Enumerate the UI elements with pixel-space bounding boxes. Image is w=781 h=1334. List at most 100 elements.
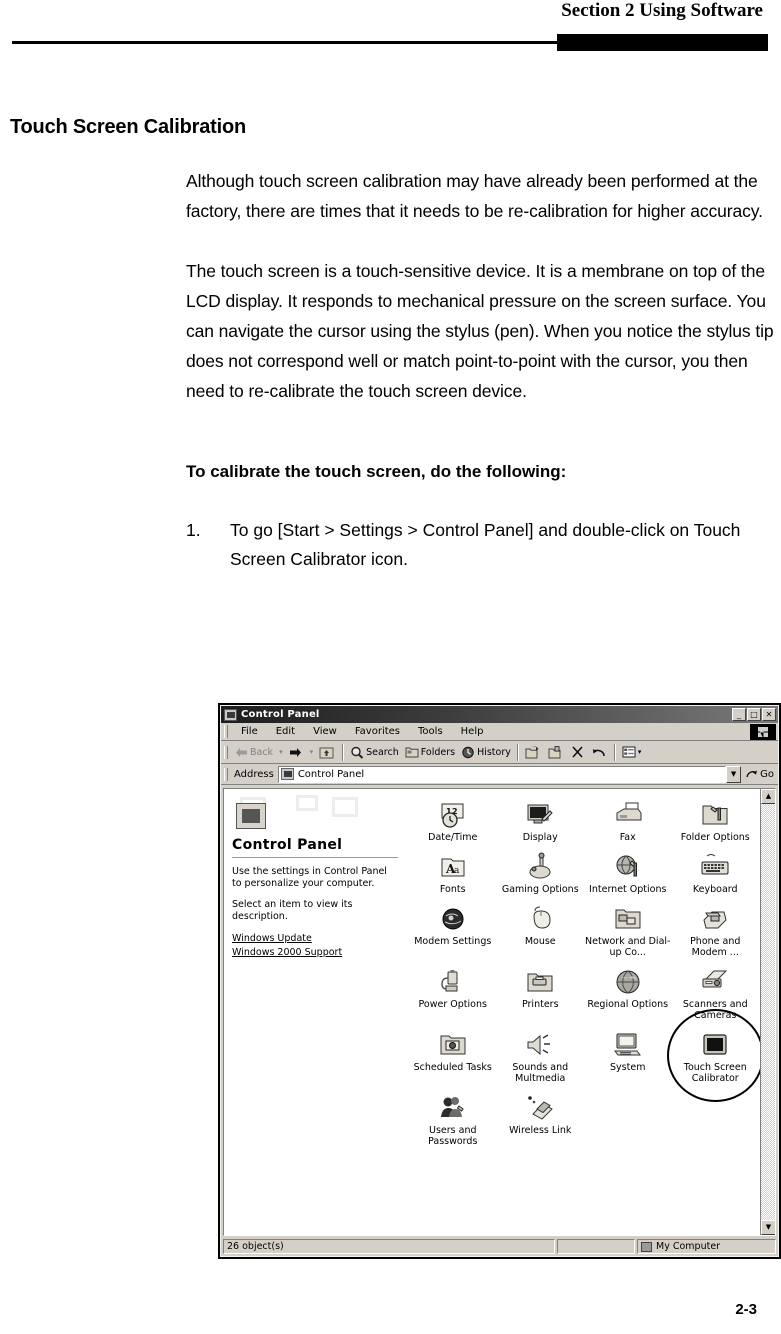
cp-item-label: Keyboard	[692, 884, 738, 895]
step-number: 1.	[186, 520, 201, 540]
minimize-button[interactable]: _	[732, 708, 746, 721]
info-pane-description-1: Use the settings in Control Panel to per…	[232, 866, 387, 889]
toolbar-delete-button[interactable]	[568, 742, 589, 763]
toolbar-forward-dropdown[interactable]: ▾	[307, 742, 317, 763]
windows-2000-support-link[interactable]: Windows 2000 Support	[232, 946, 398, 960]
cp-item-internet-options[interactable]: Internet Options	[584, 847, 672, 895]
scroll-down-button[interactable]: ▼	[761, 1220, 775, 1235]
go-button[interactable]: Go	[741, 769, 778, 780]
cp-item-modem-settings[interactable]: Modem Settings	[409, 899, 497, 958]
cp-item-touch-screen-calibrator[interactable]: Touch Screen Calibrator	[667, 1008, 765, 1102]
control-panel-items-pane: 1 2 Date/Time Display Fax Folder Options…	[407, 789, 775, 1235]
menu-item-view[interactable]: View	[304, 726, 346, 737]
toolbar-search-label: Search	[366, 746, 399, 758]
window-title: Control Panel	[241, 709, 320, 720]
cp-item-label: Printers	[521, 999, 559, 1010]
printers-icon	[497, 965, 585, 999]
menu-bar[interactable]: File Edit View Favorites Tools Help	[221, 723, 778, 741]
toolbar-copy-to-button[interactable]	[545, 742, 568, 763]
toolbar-separator-2	[516, 743, 519, 761]
cp-item-scheduled-tasks[interactable]: Scheduled Tasks	[409, 1025, 497, 1084]
cp-item-label: Sounds and Multmedia	[512, 1062, 569, 1084]
toolbar-back-dropdown[interactable]: ▾	[276, 742, 286, 763]
cp-item-network-dialup[interactable]: Network and Dial-up Co...	[584, 899, 672, 958]
regional-options-icon	[584, 965, 672, 999]
cp-item-folder-options[interactable]: Folder Options	[672, 795, 760, 843]
cp-item-fax[interactable]: Fax	[584, 795, 672, 843]
address-input[interactable]: Control Panel	[277, 765, 727, 783]
address-value: Control Panel	[297, 768, 365, 780]
cp-item-fonts[interactable]: A a Fonts	[409, 847, 497, 895]
cp-item-power-options[interactable]: Power Options	[409, 962, 497, 1021]
vertical-scrollbar[interactable]: ▲ ▼	[760, 789, 775, 1235]
internet-options-icon	[584, 850, 672, 884]
cp-item-label: Scheduled Tasks	[413, 1062, 492, 1073]
tool-bar[interactable]: Back ▾ ▾ Search Folders History ▾	[221, 741, 778, 764]
cp-item-date-time[interactable]: 1 2 Date/Time	[409, 795, 497, 843]
cp-item-scanners-cameras[interactable]: Scanners and Cameras	[672, 962, 760, 1021]
cp-item-regional-options[interactable]: Regional Options	[584, 962, 672, 1021]
windows-update-link[interactable]: Windows Update	[232, 932, 398, 946]
window-title-bar[interactable]: Control Panel _ □ ✕	[221, 706, 778, 723]
gaming-options-icon	[497, 850, 585, 884]
toolbar-undo-button[interactable]	[589, 742, 611, 763]
toolbar-folders-button[interactable]: Folders	[402, 742, 458, 763]
cp-item-label: Touch Screen Calibrator	[683, 1062, 747, 1084]
toolbar-grip-handle[interactable]	[224, 745, 228, 759]
scroll-up-button[interactable]: ▲	[761, 789, 775, 804]
address-grip-handle[interactable]	[224, 767, 228, 781]
status-object-count: 26 object(s)	[223, 1239, 555, 1254]
toolbar-search-button[interactable]: Search	[347, 742, 402, 763]
cp-item-printers[interactable]: Printers	[497, 962, 585, 1021]
toolbar-move-to-button[interactable]	[522, 742, 545, 763]
cp-item-label: Fonts	[439, 884, 466, 895]
cp-item-phone-modem[interactable]: Phone and Modem ...	[672, 899, 760, 958]
toolbar-history-button[interactable]: History	[458, 742, 514, 763]
views-dropdown-arrow-icon[interactable]: ▾	[638, 748, 642, 756]
cp-item-keyboard[interactable]: Keyboard	[672, 847, 760, 895]
menu-item-tools[interactable]: Tools	[409, 726, 452, 737]
cp-item-display[interactable]: Display	[497, 795, 585, 843]
toolbar-up-button[interactable]	[316, 742, 339, 763]
cp-item-wireless-link[interactable]: Wireless Link	[497, 1088, 585, 1147]
toolbar-views-button[interactable]: ▾	[619, 742, 645, 763]
address-dropdown-button[interactable]: ▼	[726, 765, 742, 783]
scrollbar-track[interactable]	[761, 804, 775, 1220]
menu-item-file[interactable]: File	[232, 726, 267, 737]
control-panel-window[interactable]: Control Panel _ □ ✕ File Edit View Favor…	[218, 703, 781, 1259]
cp-item-sounds-multimedia[interactable]: Sounds and Multmedia	[497, 1025, 585, 1084]
menu-grip-handle[interactable]	[224, 725, 228, 738]
date-time-icon: 1 2	[409, 798, 497, 832]
up-folder-icon	[319, 746, 334, 759]
cp-item-label: Display	[522, 832, 558, 843]
cp-item-label: Gaming Options	[501, 884, 579, 895]
forward-arrow-icon	[289, 747, 302, 758]
cp-item-gaming-options[interactable]: Gaming Options	[497, 847, 585, 895]
running-head: Section 2 Using Software	[561, 0, 763, 21]
cp-item-label: Date/Time	[428, 832, 478, 843]
page-title: Touch Screen Calibration	[10, 116, 246, 139]
cp-item-label: Users and Passwords	[428, 1125, 478, 1147]
page-number: 2-3	[735, 1301, 757, 1318]
windows-logo-icon	[750, 724, 776, 740]
menu-item-help[interactable]: Help	[452, 726, 493, 737]
phone-modem-icon	[672, 902, 760, 936]
address-bar[interactable]: Address Control Panel ▼ Go	[221, 764, 778, 785]
menu-item-edit[interactable]: Edit	[267, 726, 304, 737]
keyboard-icon	[672, 850, 760, 884]
move-to-icon	[525, 746, 540, 759]
cp-item-mouse[interactable]: Mouse	[497, 899, 585, 958]
grid-empty-cell	[672, 1088, 760, 1147]
maximize-button[interactable]: □	[747, 708, 761, 721]
cp-item-label: Internet Options	[589, 884, 667, 895]
toolbar-back-button[interactable]: Back	[232, 742, 276, 763]
delete-x-icon	[571, 746, 584, 758]
cp-item-system[interactable]: System	[584, 1025, 672, 1084]
my-computer-icon	[641, 1241, 652, 1252]
cp-item-users-passwords[interactable]: Users and Passwords	[409, 1088, 497, 1147]
close-button[interactable]: ✕	[762, 708, 776, 721]
menu-item-favorites[interactable]: Favorites	[346, 726, 409, 737]
cp-item-label: Phone and Modem ...	[690, 936, 741, 958]
toolbar-history-label: History	[477, 746, 511, 758]
toolbar-forward-button[interactable]	[286, 742, 307, 763]
